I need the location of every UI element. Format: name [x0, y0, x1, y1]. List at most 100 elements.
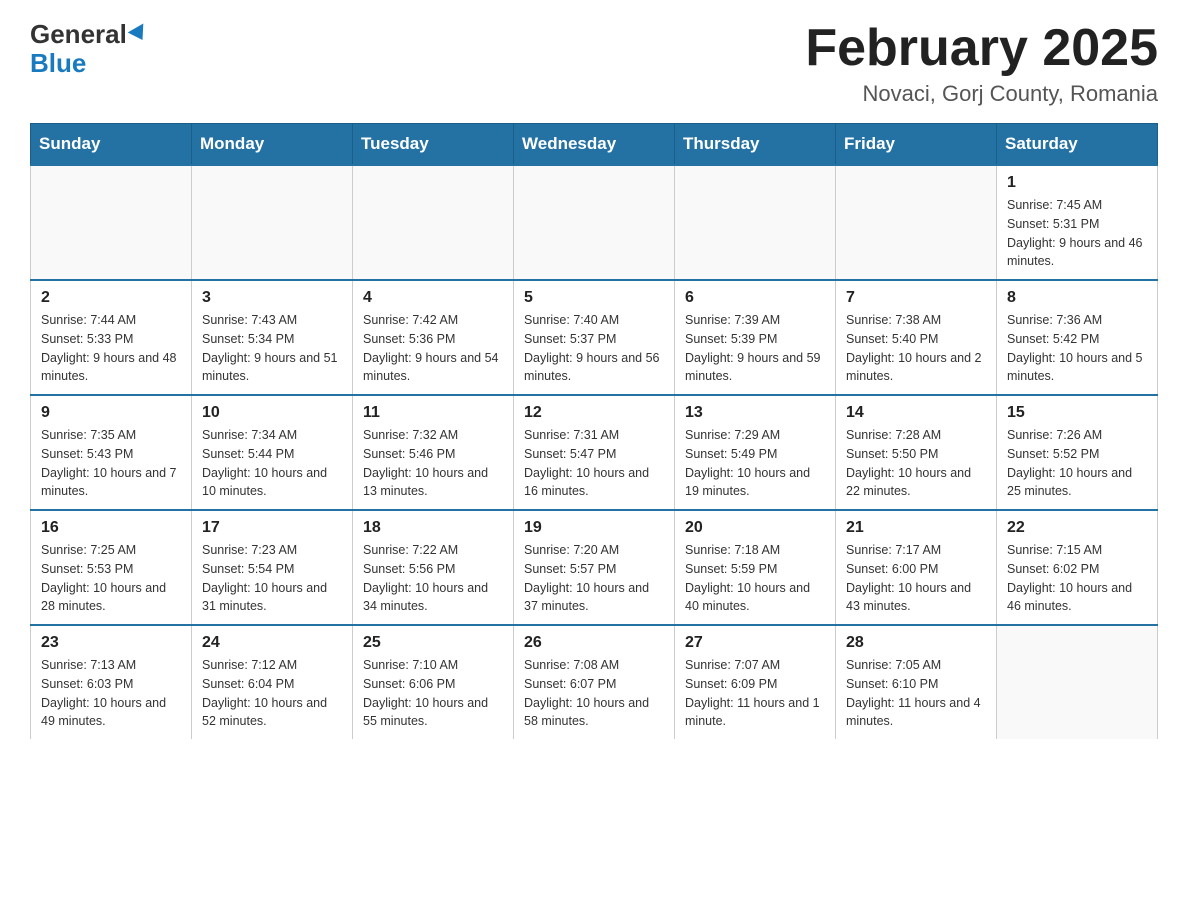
- day-number: 3: [202, 289, 342, 307]
- day-number: 2: [41, 289, 181, 307]
- day-number: 9: [41, 404, 181, 422]
- day-info: Sunrise: 7:43 AM Sunset: 5:34 PM Dayligh…: [202, 311, 342, 386]
- calendar-subtitle: Novaci, Gorj County, Romania: [805, 81, 1158, 107]
- day-number: 1: [1007, 174, 1147, 192]
- day-info: Sunrise: 7:05 AM Sunset: 6:10 PM Dayligh…: [846, 656, 986, 731]
- day-info: Sunrise: 7:23 AM Sunset: 5:54 PM Dayligh…: [202, 541, 342, 616]
- day-info: Sunrise: 7:20 AM Sunset: 5:57 PM Dayligh…: [524, 541, 664, 616]
- day-info: Sunrise: 7:18 AM Sunset: 5:59 PM Dayligh…: [685, 541, 825, 616]
- day-info: Sunrise: 7:29 AM Sunset: 5:49 PM Dayligh…: [685, 426, 825, 501]
- calendar-cell: [192, 165, 353, 280]
- calendar-cell: 7 Sunrise: 7:38 AM Sunset: 5:40 PM Daylig…: [836, 280, 997, 395]
- column-header-thursday: Thursday: [675, 124, 836, 166]
- column-header-saturday: Saturday: [997, 124, 1158, 166]
- calendar-cell: [31, 165, 192, 280]
- calendar-cell: 9 Sunrise: 7:35 AM Sunset: 5:43 PM Daylig…: [31, 395, 192, 510]
- calendar-cell: [353, 165, 514, 280]
- calendar-cell: 25 Sunrise: 7:10 AM Sunset: 6:06 PM Dayli…: [353, 625, 514, 739]
- day-number: 4: [363, 289, 503, 307]
- calendar-cell: [997, 625, 1158, 739]
- calendar-cell: 16 Sunrise: 7:25 AM Sunset: 5:53 PM Dayli…: [31, 510, 192, 625]
- calendar-title: February 2025: [805, 20, 1158, 77]
- calendar-cell: 10 Sunrise: 7:34 AM Sunset: 5:44 PM Dayli…: [192, 395, 353, 510]
- logo-arrow-icon: [128, 24, 151, 45]
- column-header-friday: Friday: [836, 124, 997, 166]
- day-info: Sunrise: 7:25 AM Sunset: 5:53 PM Dayligh…: [41, 541, 181, 616]
- day-number: 24: [202, 634, 342, 652]
- calendar-cell: 1 Sunrise: 7:45 AM Sunset: 5:31 PM Daylig…: [997, 165, 1158, 280]
- calendar-cell: 13 Sunrise: 7:29 AM Sunset: 5:49 PM Dayli…: [675, 395, 836, 510]
- day-info: Sunrise: 7:28 AM Sunset: 5:50 PM Dayligh…: [846, 426, 986, 501]
- column-header-monday: Monday: [192, 124, 353, 166]
- day-info: Sunrise: 7:36 AM Sunset: 5:42 PM Dayligh…: [1007, 311, 1147, 386]
- calendar-cell: 14 Sunrise: 7:28 AM Sunset: 5:50 PM Dayli…: [836, 395, 997, 510]
- day-info: Sunrise: 7:35 AM Sunset: 5:43 PM Dayligh…: [41, 426, 181, 501]
- day-number: 26: [524, 634, 664, 652]
- calendar-cell: 3 Sunrise: 7:43 AM Sunset: 5:34 PM Daylig…: [192, 280, 353, 395]
- day-number: 13: [685, 404, 825, 422]
- calendar-cell: 27 Sunrise: 7:07 AM Sunset: 6:09 PM Dayli…: [675, 625, 836, 739]
- day-number: 28: [846, 634, 986, 652]
- day-number: 12: [524, 404, 664, 422]
- day-number: 20: [685, 519, 825, 537]
- day-info: Sunrise: 7:17 AM Sunset: 6:00 PM Dayligh…: [846, 541, 986, 616]
- day-number: 19: [524, 519, 664, 537]
- calendar-cell: 17 Sunrise: 7:23 AM Sunset: 5:54 PM Dayli…: [192, 510, 353, 625]
- calendar-cell: 12 Sunrise: 7:31 AM Sunset: 5:47 PM Dayli…: [514, 395, 675, 510]
- calendar-week-row: 23Sunrise: 7:13 AM Sunset: 6:03 PM Dayli…: [31, 625, 1158, 739]
- calendar-cell: 26 Sunrise: 7:08 AM Sunset: 6:07 PM Dayli…: [514, 625, 675, 739]
- day-info: Sunrise: 7:08 AM Sunset: 6:07 PM Dayligh…: [524, 656, 664, 731]
- calendar-week-row: 2 Sunrise: 7:44 AM Sunset: 5:33 PM Daylig…: [31, 280, 1158, 395]
- day-info: Sunrise: 7:15 AM Sunset: 6:02 PM Dayligh…: [1007, 541, 1147, 616]
- column-header-sunday: Sunday: [31, 124, 192, 166]
- calendar-week-row: 16 Sunrise: 7:25 AM Sunset: 5:53 PM Dayli…: [31, 510, 1158, 625]
- calendar-cell: 5 Sunrise: 7:40 AM Sunset: 5:37 PM Daylig…: [514, 280, 675, 395]
- day-number: 14: [846, 404, 986, 422]
- day-info: Sunrise: 7:38 AM Sunset: 5:40 PM Dayligh…: [846, 311, 986, 386]
- calendar-cell: 4 Sunrise: 7:42 AM Sunset: 5:36 PM Daylig…: [353, 280, 514, 395]
- day-number: 5: [524, 289, 664, 307]
- day-info: Sunrise: 7:42 AM Sunset: 5:36 PM Dayligh…: [363, 311, 503, 386]
- day-info: Sunrise: 7:40 AM Sunset: 5:37 PM Dayligh…: [524, 311, 664, 386]
- column-header-tuesday: Tuesday: [353, 124, 514, 166]
- calendar-cell: 6 Sunrise: 7:39 AM Sunset: 5:39 PM Daylig…: [675, 280, 836, 395]
- day-info: Sunrise: 7:44 AM Sunset: 5:33 PM Dayligh…: [41, 311, 181, 386]
- day-info: Sunrise: 7:39 AM Sunset: 5:39 PM Dayligh…: [685, 311, 825, 386]
- calendar-cell: 19 Sunrise: 7:20 AM Sunset: 5:57 PM Dayli…: [514, 510, 675, 625]
- title-block: February 2025 Novaci, Gorj County, Roman…: [805, 20, 1158, 107]
- day-number: 6: [685, 289, 825, 307]
- calendar-week-row: 9 Sunrise: 7:35 AM Sunset: 5:43 PM Daylig…: [31, 395, 1158, 510]
- calendar-header-row: SundayMondayTuesdayWednesdayThursdayFrid…: [31, 124, 1158, 166]
- column-header-wednesday: Wednesday: [514, 124, 675, 166]
- calendar-cell: 28 Sunrise: 7:05 AM Sunset: 6:10 PM Dayli…: [836, 625, 997, 739]
- day-number: 25: [363, 634, 503, 652]
- day-number: 18: [363, 519, 503, 537]
- logo-blue-text: Blue: [30, 49, 86, 78]
- day-number: 22: [1007, 519, 1147, 537]
- day-number: 21: [846, 519, 986, 537]
- day-info: Sunrise: 7:34 AM Sunset: 5:44 PM Dayligh…: [202, 426, 342, 501]
- calendar-cell: 23Sunrise: 7:13 AM Sunset: 6:03 PM Dayli…: [31, 625, 192, 739]
- calendar-cell: 21 Sunrise: 7:17 AM Sunset: 6:00 PM Dayli…: [836, 510, 997, 625]
- day-info: Sunrise: 7:10 AM Sunset: 6:06 PM Dayligh…: [363, 656, 503, 731]
- calendar-cell: 2 Sunrise: 7:44 AM Sunset: 5:33 PM Daylig…: [31, 280, 192, 395]
- day-number: 27: [685, 634, 825, 652]
- day-info: Sunrise: 7:31 AM Sunset: 5:47 PM Dayligh…: [524, 426, 664, 501]
- day-number: 7: [846, 289, 986, 307]
- calendar-cell: [514, 165, 675, 280]
- calendar-cell: [675, 165, 836, 280]
- day-info: Sunrise: 7:45 AM Sunset: 5:31 PM Dayligh…: [1007, 196, 1147, 271]
- page-header: General Blue February 2025 Novaci, Gorj …: [30, 20, 1158, 107]
- logo: General Blue: [30, 20, 148, 77]
- calendar-cell: 11Sunrise: 7:32 AM Sunset: 5:46 PM Dayli…: [353, 395, 514, 510]
- calendar-week-row: 1 Sunrise: 7:45 AM Sunset: 5:31 PM Daylig…: [31, 165, 1158, 280]
- day-info: Sunrise: 7:07 AM Sunset: 6:09 PM Dayligh…: [685, 656, 825, 731]
- day-number: 10: [202, 404, 342, 422]
- day-number: 17: [202, 519, 342, 537]
- day-number: 15: [1007, 404, 1147, 422]
- day-number: 16: [41, 519, 181, 537]
- logo-general-text: General: [30, 20, 127, 49]
- calendar-table: SundayMondayTuesdayWednesdayThursdayFrid…: [30, 123, 1158, 739]
- calendar-cell: 24Sunrise: 7:12 AM Sunset: 6:04 PM Dayli…: [192, 625, 353, 739]
- day-info: Sunrise: 7:26 AM Sunset: 5:52 PM Dayligh…: [1007, 426, 1147, 501]
